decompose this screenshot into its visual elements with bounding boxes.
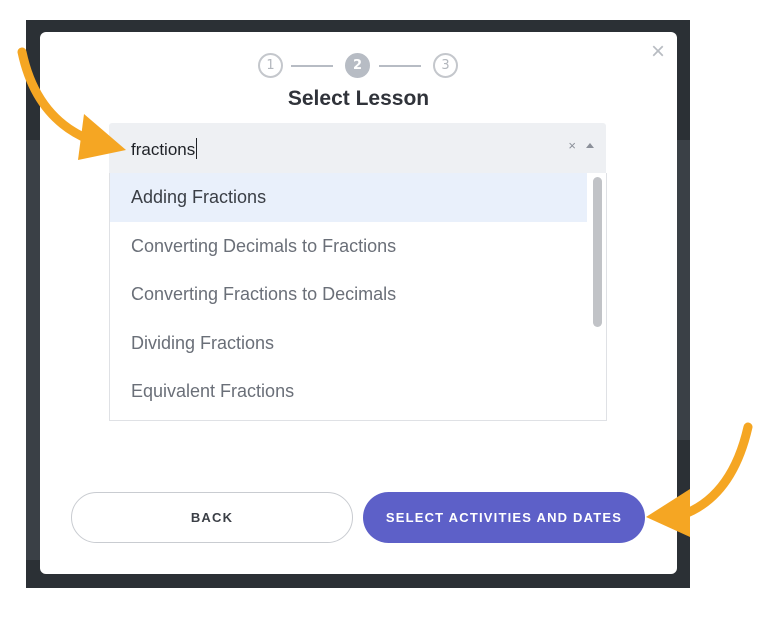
step-connector <box>291 65 333 67</box>
step-2-indicator: 2 <box>345 53 370 78</box>
list-item[interactable]: Dividing Fractions <box>110 319 587 368</box>
lesson-search-input[interactable]: fractions <box>131 138 198 160</box>
list-item[interactable]: Adding Fractions <box>110 173 587 222</box>
backdrop-left-panel <box>26 140 40 560</box>
select-activities-button[interactable]: SELECT ACTIVITIES AND DATES <box>363 492 645 543</box>
modal-title: Select Lesson <box>287 87 430 110</box>
step-1-indicator: 1 <box>258 53 283 78</box>
lesson-search-select[interactable]: fractions × <box>109 123 606 173</box>
stepper: 1 2 3 <box>258 53 460 79</box>
step-3-indicator: 3 <box>433 53 458 78</box>
lesson-options-list: Adding Fractions Converting Decimals to … <box>109 173 607 421</box>
scrollbar-thumb[interactable] <box>593 177 602 327</box>
text-caret <box>196 138 198 159</box>
chevron-up-icon[interactable] <box>586 143 594 148</box>
list-item[interactable]: Converting Decimals to Fractions <box>110 222 587 271</box>
list-item[interactable]: Equivalent Fractions <box>110 367 587 416</box>
step-connector <box>379 65 421 67</box>
select-lesson-modal: × 1 2 3 Select Lesson fractions × Adding… <box>40 32 677 574</box>
backdrop-right-panel <box>676 140 690 440</box>
clear-icon[interactable]: × <box>568 138 576 153</box>
close-icon[interactable]: × <box>651 40 665 64</box>
list-item[interactable]: Converting Fractions to Decimals <box>110 270 587 319</box>
backdrop-bottom-strip <box>40 574 676 588</box>
back-button[interactable]: BACK <box>71 492 353 543</box>
